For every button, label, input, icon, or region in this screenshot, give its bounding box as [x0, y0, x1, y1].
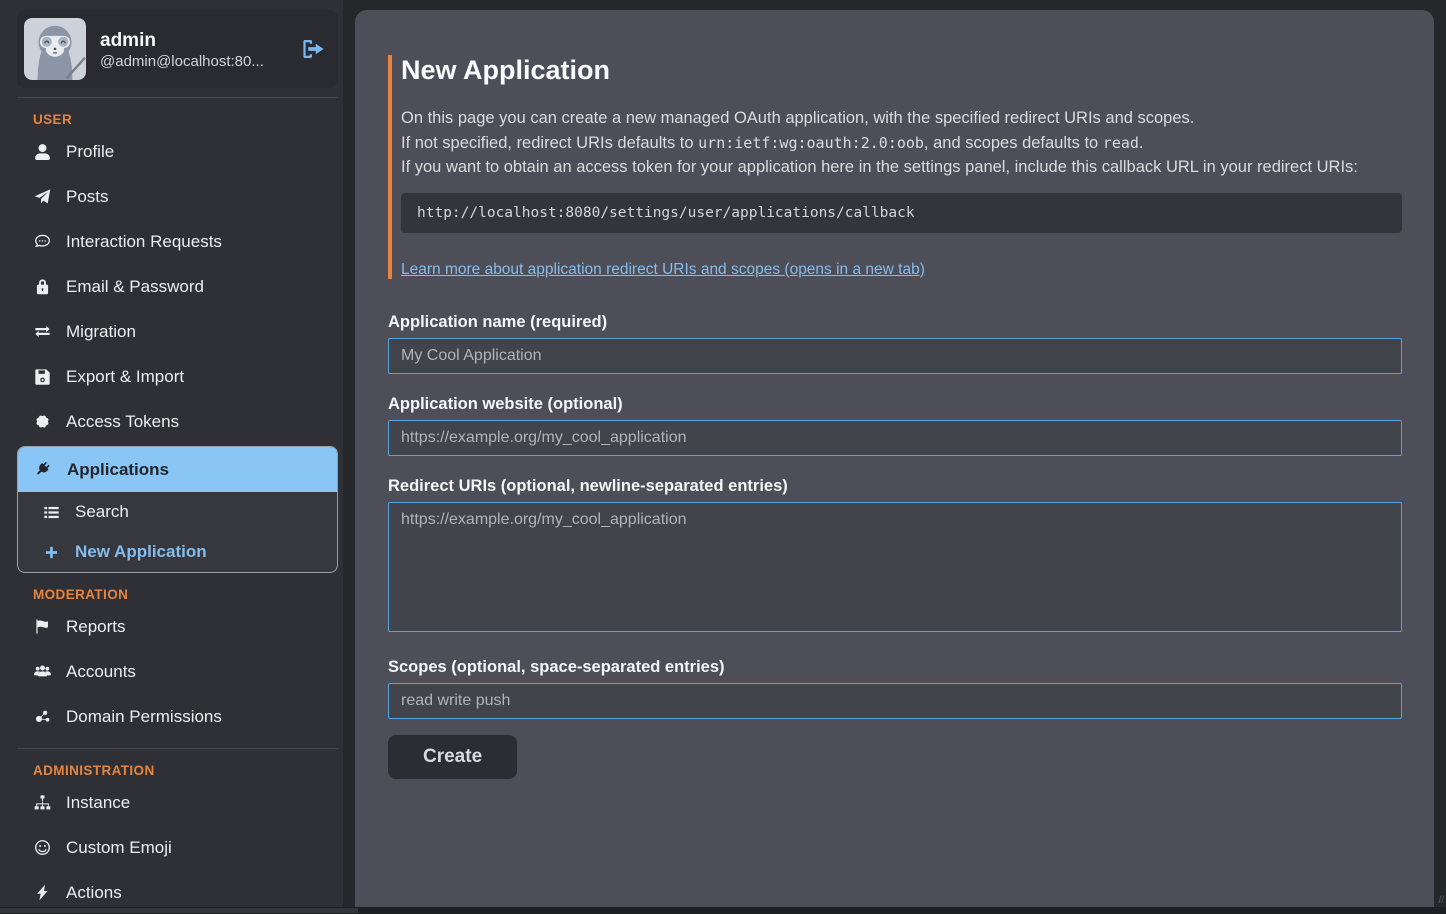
sidebar-item-label: Accounts: [66, 662, 136, 682]
bolt-icon: [33, 884, 51, 901]
lock-icon: [33, 278, 51, 295]
sidebar-item-interaction-requests[interactable]: Interaction Requests: [17, 219, 338, 264]
user-card[interactable]: admin @admin@localhost:80...: [17, 10, 338, 88]
settings-sidebar: admin @admin@localhost:80... USER Profil…: [0, 0, 343, 914]
sidebar-item-label: Reports: [66, 617, 126, 637]
application-website-field-group: Application website (optional): [388, 395, 1402, 456]
horizontal-scrollbar-thumb[interactable]: [0, 908, 358, 913]
sidebar-item-profile[interactable]: Profile: [17, 129, 338, 174]
sitemap-icon: [33, 794, 51, 811]
sidebar-item-applications[interactable]: Applications: [18, 447, 338, 492]
application-name-label: Application name (required): [388, 313, 1402, 332]
sidebar-item-reports[interactable]: Reports: [17, 604, 338, 649]
sidebar-item-accounts[interactable]: Accounts: [17, 649, 338, 694]
intro-line1: On this page you can create a new manage…: [401, 109, 1194, 127]
sidebar-item-instance[interactable]: Instance: [17, 780, 338, 825]
application-website-label: Application website (optional): [388, 395, 1402, 414]
sidebar-item-label: New Application: [75, 542, 207, 562]
sidebar-item-export-import[interactable]: Export & Import: [17, 354, 338, 399]
scopes-label: Scopes (optional, space-separated entrie…: [388, 658, 1402, 677]
certificate-icon: [33, 413, 51, 430]
smiley-icon: [33, 839, 51, 856]
new-application-form: Application name (required) Application …: [388, 313, 1402, 779]
sidebar-item-domain-permissions[interactable]: Domain Permissions: [17, 694, 338, 739]
read-code: read: [1103, 134, 1139, 152]
callback-url-code-block: http://localhost:8080/settings/user/appl…: [401, 193, 1402, 233]
new-application-panel: New Application On this page you can cre…: [355, 10, 1434, 914]
sidebar-item-label: Search: [75, 502, 129, 522]
applications-submenu: Search New Application: [18, 492, 337, 572]
comment-dots-icon: [33, 233, 51, 250]
oob-code: urn:ietf:wg:oauth:2.0:oob: [698, 134, 924, 152]
users-icon: [33, 663, 51, 680]
intro-paragraph: On this page you can create a new manage…: [401, 106, 1402, 180]
sidebar-item-posts[interactable]: Posts: [17, 174, 338, 219]
application-website-input[interactable]: [388, 420, 1402, 456]
sidebar-item-email-password[interactable]: Email & Password: [17, 264, 338, 309]
sidebar-item-label: Email & Password: [66, 277, 204, 297]
section-label-administration: ADMINISTRATION: [17, 763, 337, 778]
flag-icon: [33, 618, 51, 635]
application-name-field-group: Application name (required): [388, 313, 1402, 374]
sidebar-item-custom-emoji[interactable]: Custom Emoji: [17, 825, 338, 870]
sign-out-icon[interactable]: [296, 35, 328, 63]
plug-icon: [34, 461, 52, 478]
sidebar-divider: [17, 748, 338, 749]
page-title: New Application: [401, 55, 1402, 86]
intro-line2-pre: If not specified, redirect URIs defaults…: [401, 134, 698, 152]
sidebar-item-migration[interactable]: Migration: [17, 309, 338, 354]
section-label-user: USER: [17, 112, 337, 127]
intro-line2-post: .: [1139, 134, 1144, 152]
resize-grip-icon: //: [1438, 895, 1444, 906]
share-nodes-icon: [33, 708, 51, 725]
sidebar-item-label: Migration: [66, 322, 136, 342]
intro-line3: If you want to obtain an access token fo…: [401, 158, 1358, 176]
redirect-uris-textarea[interactable]: [388, 502, 1402, 632]
sidebar-item-label: Access Tokens: [66, 412, 179, 432]
paper-plane-icon: [33, 188, 51, 205]
sidebar-item-label: Custom Emoji: [66, 838, 172, 858]
sidebar-item-label: Actions: [66, 883, 122, 903]
scopes-input[interactable]: [388, 683, 1402, 719]
sidebar-item-label: Applications: [67, 460, 169, 480]
sidebar-item-access-tokens[interactable]: Access Tokens: [17, 399, 338, 444]
user-display-name: admin: [100, 28, 282, 54]
sidebar-item-label: Domain Permissions: [66, 707, 222, 727]
sidebar-item-label: Interaction Requests: [66, 232, 222, 252]
intro-line2-mid: , and scopes defaults to: [924, 134, 1103, 152]
sidebar-divider: [17, 97, 338, 98]
learn-more-link[interactable]: Learn more about application redirect UR…: [401, 261, 925, 278]
sidebar-item-applications-search[interactable]: Search: [18, 492, 338, 532]
redirect-uris-field-group: Redirect URIs (optional, newline-separat…: [388, 477, 1402, 637]
main-wrapper: New Application On this page you can cre…: [343, 0, 1446, 914]
plus-icon: [42, 544, 60, 561]
sidebar-item-applications-new[interactable]: New Application: [18, 532, 338, 572]
section-label-moderation: MODERATION: [17, 587, 337, 602]
redirect-uris-label: Redirect URIs (optional, newline-separat…: [388, 477, 1402, 496]
user-handle: @admin@localhost:80...: [100, 53, 282, 70]
create-button[interactable]: Create: [388, 735, 517, 779]
sidebar-item-label: Export & Import: [66, 367, 184, 387]
sidebar-item-label: Posts: [66, 187, 109, 207]
sidebar-item-label: Instance: [66, 793, 130, 813]
transfer-arrows-icon: [33, 323, 51, 340]
horizontal-scrollbar[interactable]: [0, 907, 1446, 914]
user-meta: admin @admin@localhost:80...: [100, 28, 282, 71]
floppy-disk-icon: [33, 368, 51, 385]
sloth-avatar: [24, 18, 86, 80]
list-icon: [42, 504, 60, 521]
application-name-input[interactable]: [388, 338, 1402, 374]
user-icon: [33, 143, 51, 160]
scopes-field-group: Scopes (optional, space-separated entrie…: [388, 658, 1402, 719]
intro-block: New Application On this page you can cre…: [388, 55, 1402, 279]
applications-nav-group: Applications Search New Application: [17, 446, 338, 573]
sidebar-item-label: Profile: [66, 142, 114, 162]
